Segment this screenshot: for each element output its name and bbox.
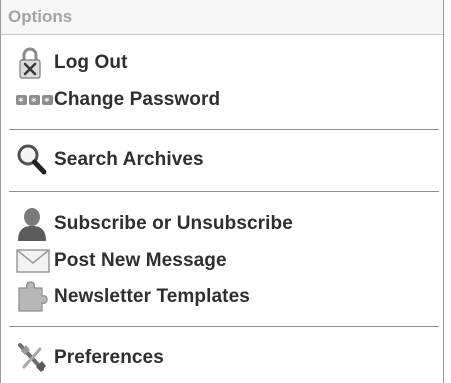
- search-archives-link[interactable]: Search Archives: [16, 144, 204, 176]
- divider: [9, 326, 439, 327]
- change-password-link[interactable]: * * * Change Password: [16, 84, 220, 116]
- newsletter-templates-link[interactable]: Newsletter Templates: [16, 281, 250, 313]
- panel-header: Options: [1, 0, 443, 35]
- newsletter-templates-label: Newsletter Templates: [54, 286, 250, 307]
- change-password-label: Change Password: [54, 89, 221, 110]
- user-icon: [16, 208, 54, 241]
- puzzle-piece-icon: [16, 281, 54, 313]
- divider: [9, 191, 439, 192]
- svg-text:*: *: [31, 97, 37, 108]
- log-out-label: Log Out: [54, 52, 128, 73]
- svg-text:*: *: [18, 97, 24, 108]
- post-new-message-link[interactable]: Post New Message: [16, 245, 227, 277]
- tools-icon: [16, 342, 54, 374]
- preferences-link[interactable]: Preferences: [16, 342, 164, 374]
- padlock-x-icon: [16, 47, 54, 79]
- post-new-message-label: Post New Message: [54, 250, 227, 271]
- panel-title: Options: [8, 7, 73, 26]
- subscribe-link[interactable]: Subscribe or Unsubscribe: [16, 208, 293, 241]
- subscribe-label: Subscribe or Unsubscribe: [54, 213, 293, 234]
- magnifier-icon: [16, 144, 54, 176]
- search-archives-label: Search Archives: [54, 149, 204, 170]
- preferences-label: Preferences: [54, 347, 164, 368]
- log-out-link[interactable]: Log Out: [16, 47, 128, 79]
- options-panel: Options Log Out * * * Change Password Se…: [0, 0, 444, 383]
- divider: [9, 129, 439, 130]
- svg-text:*: *: [44, 97, 50, 108]
- envelope-icon: [16, 245, 54, 277]
